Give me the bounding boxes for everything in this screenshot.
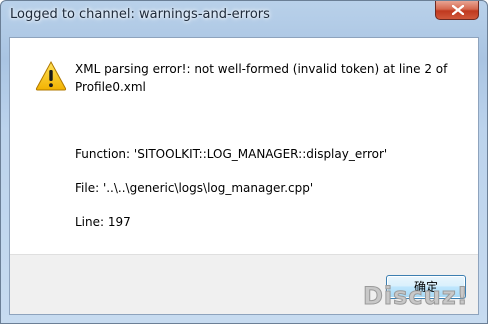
error-message-line1: XML parsing error!: not well-formed (inv… — [75, 62, 448, 76]
watermark-logo: Discuz! — [363, 282, 469, 311]
function-info: Function: 'SITOOLKIT::LOG_MANAGER::displ… — [75, 147, 388, 161]
title-bar[interactable]: Logged to channel: warnings-and-errors — [1, 1, 487, 31]
warning-icon — [35, 60, 67, 91]
message-area: XML parsing error!: not well-formed (inv… — [10, 38, 478, 254]
window-title: Logged to channel: warnings-and-errors — [10, 7, 270, 22]
close-button[interactable] — [435, 1, 479, 20]
message-dialog: Logged to channel: warnings-and-errors X… — [0, 0, 488, 324]
error-message: XML parsing error!: not well-formed (inv… — [75, 60, 447, 96]
dialog-body: XML parsing error!: not well-formed (inv… — [9, 37, 479, 315]
error-message-line2: Profile0.xml — [75, 80, 146, 94]
line-info: Line: 197 — [75, 215, 131, 229]
close-icon — [452, 5, 464, 15]
file-info: File: '..\..\generic\logs\log_manager.cp… — [75, 181, 314, 195]
